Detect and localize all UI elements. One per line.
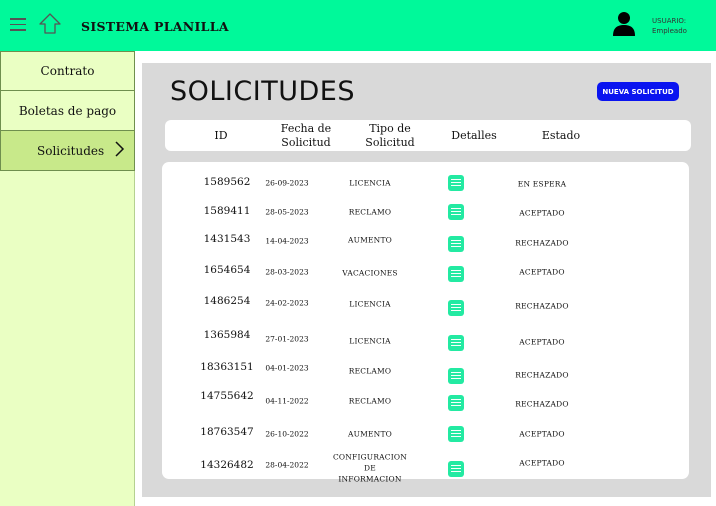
cell-type: LICENCIA [349,178,391,188]
cell-date: 26-10-2022 [265,429,309,439]
cell-state: RECHAZADO [515,238,569,248]
cell-id: 18363151 [200,361,254,373]
menu-icon[interactable] [10,18,26,32]
sidebar-item-label: Solicitudes [37,143,105,158]
home-icon[interactable] [38,12,62,36]
cell-state: ACEPTADO [519,429,565,439]
sidebar-item-boletas[interactable]: Boletas de pago [0,91,135,131]
cell-id: 18763547 [200,426,254,438]
cell-state: ACEPTADO [519,458,565,468]
column-header-state[interactable]: Estado [528,120,594,151]
cell-type: AUMENTO [347,235,393,245]
sidebar: Contrato Boletas de pago Solicitudes [0,51,135,506]
sidebar-item-contrato[interactable]: Contrato [0,51,135,91]
cell-state: RECHAZADO [515,399,569,409]
cell-id: 1365984 [203,329,251,341]
document-icon[interactable] [448,368,464,384]
cell-type: AUMENTO [347,429,393,439]
page-title: SOLICITUDES [170,76,355,107]
document-icon[interactable] [448,426,464,442]
document-icon[interactable] [448,395,464,411]
document-icon[interactable] [448,300,464,316]
document-icon[interactable] [448,266,464,282]
column-header-id[interactable]: ID [190,120,252,151]
new-request-button[interactable]: NUEVA SOLICITUD [597,82,679,101]
cell-date: 24-02-2023 [265,298,309,308]
document-icon[interactable] [448,461,464,477]
cell-state: RECHAZADO [515,370,569,380]
cell-state: ACEPTADO [519,337,565,347]
cell-state: RECHAZADO [515,301,569,311]
cell-date: 14-04-2023 [265,236,309,246]
main-panel: SOLICITUDES NUEVA SOLICITUD ID Fecha de … [142,63,711,497]
sidebar-item-label: Contrato [40,64,95,78]
cell-id: 1431543 [203,233,251,245]
cell-state: ACEPTADO [519,208,565,218]
column-header-type[interactable]: Tipo de Solicitud [354,120,426,151]
table-body: 1589562 26-09-2023 LICENCIA EN ESPERA 158941… [162,162,689,484]
cell-date: 28-03-2023 [265,267,309,277]
cell-type: VACACIONES [342,268,398,278]
sidebar-item-label: Boletas de pago [18,103,117,118]
cell-id: 1589562 [203,176,251,188]
column-header-date[interactable]: Fecha de Solicitud [270,120,342,151]
cell-id: 14326482 [200,459,254,471]
document-icon[interactable] [448,175,464,191]
cell-id: 1486254 [203,295,251,307]
cell-id: 1589411 [203,205,251,217]
cell-date: 28-04-2022 [265,460,309,470]
sidebar-item-solicitudes[interactable]: Solicitudes [0,131,135,171]
cell-type: RECLAMO [348,207,392,217]
table-header: ID Fecha de Solicitud Tipo de Solicitud … [165,120,691,151]
cell-state: ACEPTADO [519,267,565,277]
document-icon[interactable] [448,236,464,252]
user-icon[interactable] [612,11,636,36]
user-role: Empleado [652,27,687,35]
document-icon[interactable] [448,204,464,220]
cell-id: 1654654 [203,264,251,276]
cell-date: 27-01-2023 [265,334,309,344]
cell-date: 04-11-2022 [265,396,309,406]
cell-date: 26-09-2023 [265,178,309,188]
cell-date: 28-05-2023 [265,207,309,217]
cell-type: RECLAMO [348,366,392,376]
cell-id: 14755642 [200,390,254,402]
user-label: USUARIO: [652,17,687,25]
app-title: SISTEMA PLANILLA [81,19,229,34]
chevron-right-icon [115,141,125,157]
top-bar: SISTEMA PLANILLA USUARIO: Empleado [0,0,716,51]
user-info: USUARIO: Empleado [652,16,687,36]
cell-type: LICENCIA [349,336,391,346]
cell-type: CONFIGURACION DE INFORMACION [332,452,408,484]
cell-state: EN ESPERA [517,179,567,189]
cell-type: LICENCIA [349,299,391,309]
column-header-details[interactable]: Detalles [441,120,507,151]
document-icon[interactable] [448,335,464,351]
cell-type: RECLAMO [348,396,392,406]
cell-date: 04-01-2023 [265,363,309,373]
